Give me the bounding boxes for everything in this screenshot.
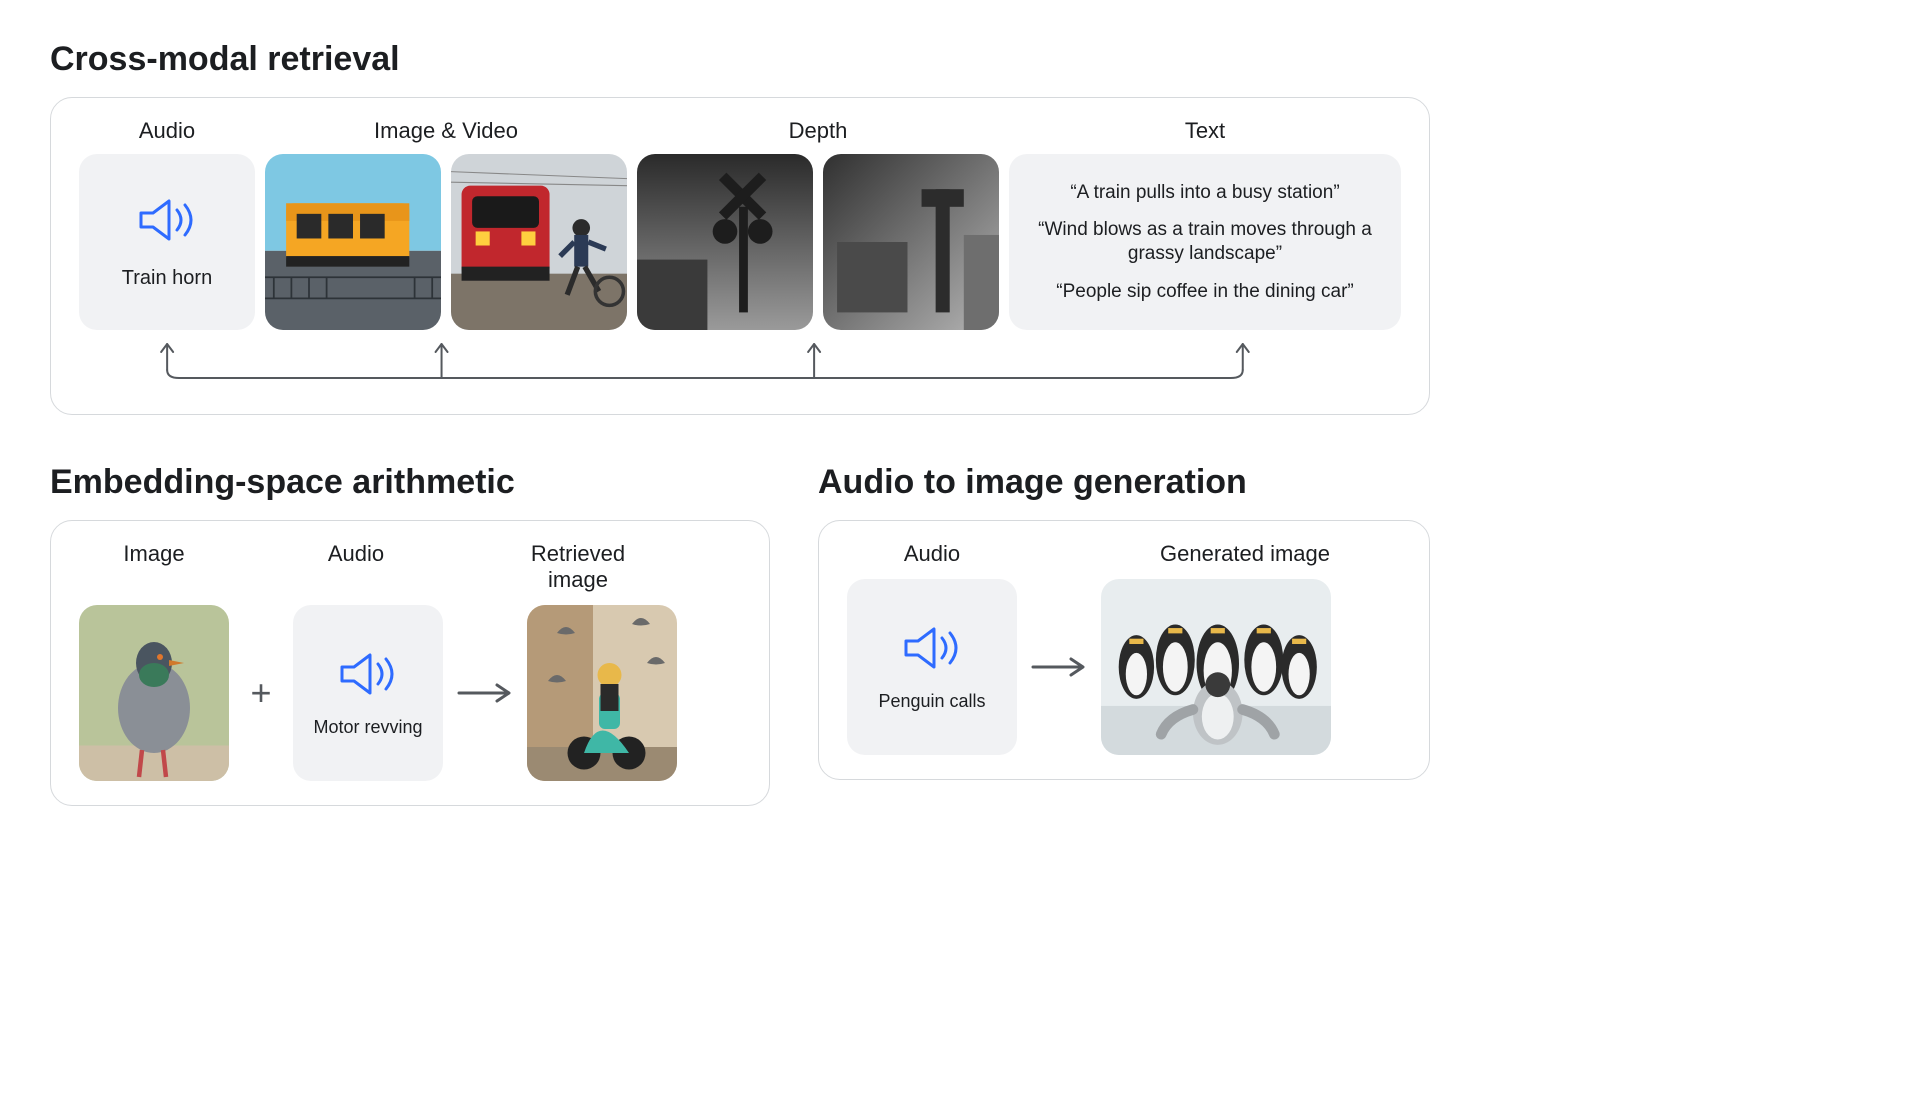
image-tile-red-train <box>451 154 627 330</box>
col-header-audio2: Audio <box>281 541 431 593</box>
audio2img-panel: Audio Generated image Penguin calls <box>818 520 1430 780</box>
image-tile-scooter-birds <box>527 605 677 781</box>
audio-tile-motor-revving: Motor revving <box>293 605 443 781</box>
arrow-icon <box>455 681 515 705</box>
section-title-cross-modal: Cross-modal retrieval <box>50 40 1430 79</box>
connector-arrows <box>79 330 1401 390</box>
speaker-icon <box>900 623 964 673</box>
audio-tile-penguin-calls: Penguin calls <box>847 579 1017 755</box>
col-header-generated: Generated image <box>1089 541 1401 567</box>
image-tile-yellow-train <box>265 154 441 330</box>
col-header-image-video: Image & Video <box>265 118 627 144</box>
col-header-text: Text <box>1009 118 1401 144</box>
col-header-depth: Depth <box>637 118 999 144</box>
col-header-retrieved: Retrieved image <box>503 541 653 593</box>
image-tile-penguins <box>1101 579 1331 755</box>
col-header-audio3: Audio <box>847 541 1017 567</box>
section-title-audio2img: Audio to image generation <box>818 463 1430 502</box>
col-header-audio: Audio <box>79 118 255 144</box>
embedding-panel: Image Audio Retrieved image <box>50 520 770 806</box>
speaker-icon <box>336 649 400 699</box>
text-line-2: “Wind blows as a train moves through a g… <box>1027 218 1383 266</box>
text-line-1: “A train pulls into a busy station” <box>1070 181 1339 205</box>
audio-tile-train-horn: Train horn <box>79 154 255 330</box>
depth-tile-2 <box>823 154 999 330</box>
image-tile-pigeon <box>79 605 229 781</box>
plus-operator: + <box>241 672 281 714</box>
audio-label: Penguin calls <box>878 691 985 712</box>
audio-label: Train horn <box>122 267 212 290</box>
depth-tile-1 <box>637 154 813 330</box>
speaker-icon <box>135 195 199 245</box>
audio-label: Motor revving <box>313 717 422 738</box>
section-title-embedding: Embedding-space arithmetic <box>50 463 770 502</box>
text-tile: “A train pulls into a busy station” “Win… <box>1009 154 1401 330</box>
arrow-icon <box>1029 655 1089 679</box>
col-header-image: Image <box>79 541 229 593</box>
cross-modal-panel: Audio Image & Video Depth Text Train hor… <box>50 97 1430 415</box>
text-line-3: “People sip coffee in the dining car” <box>1056 280 1354 304</box>
